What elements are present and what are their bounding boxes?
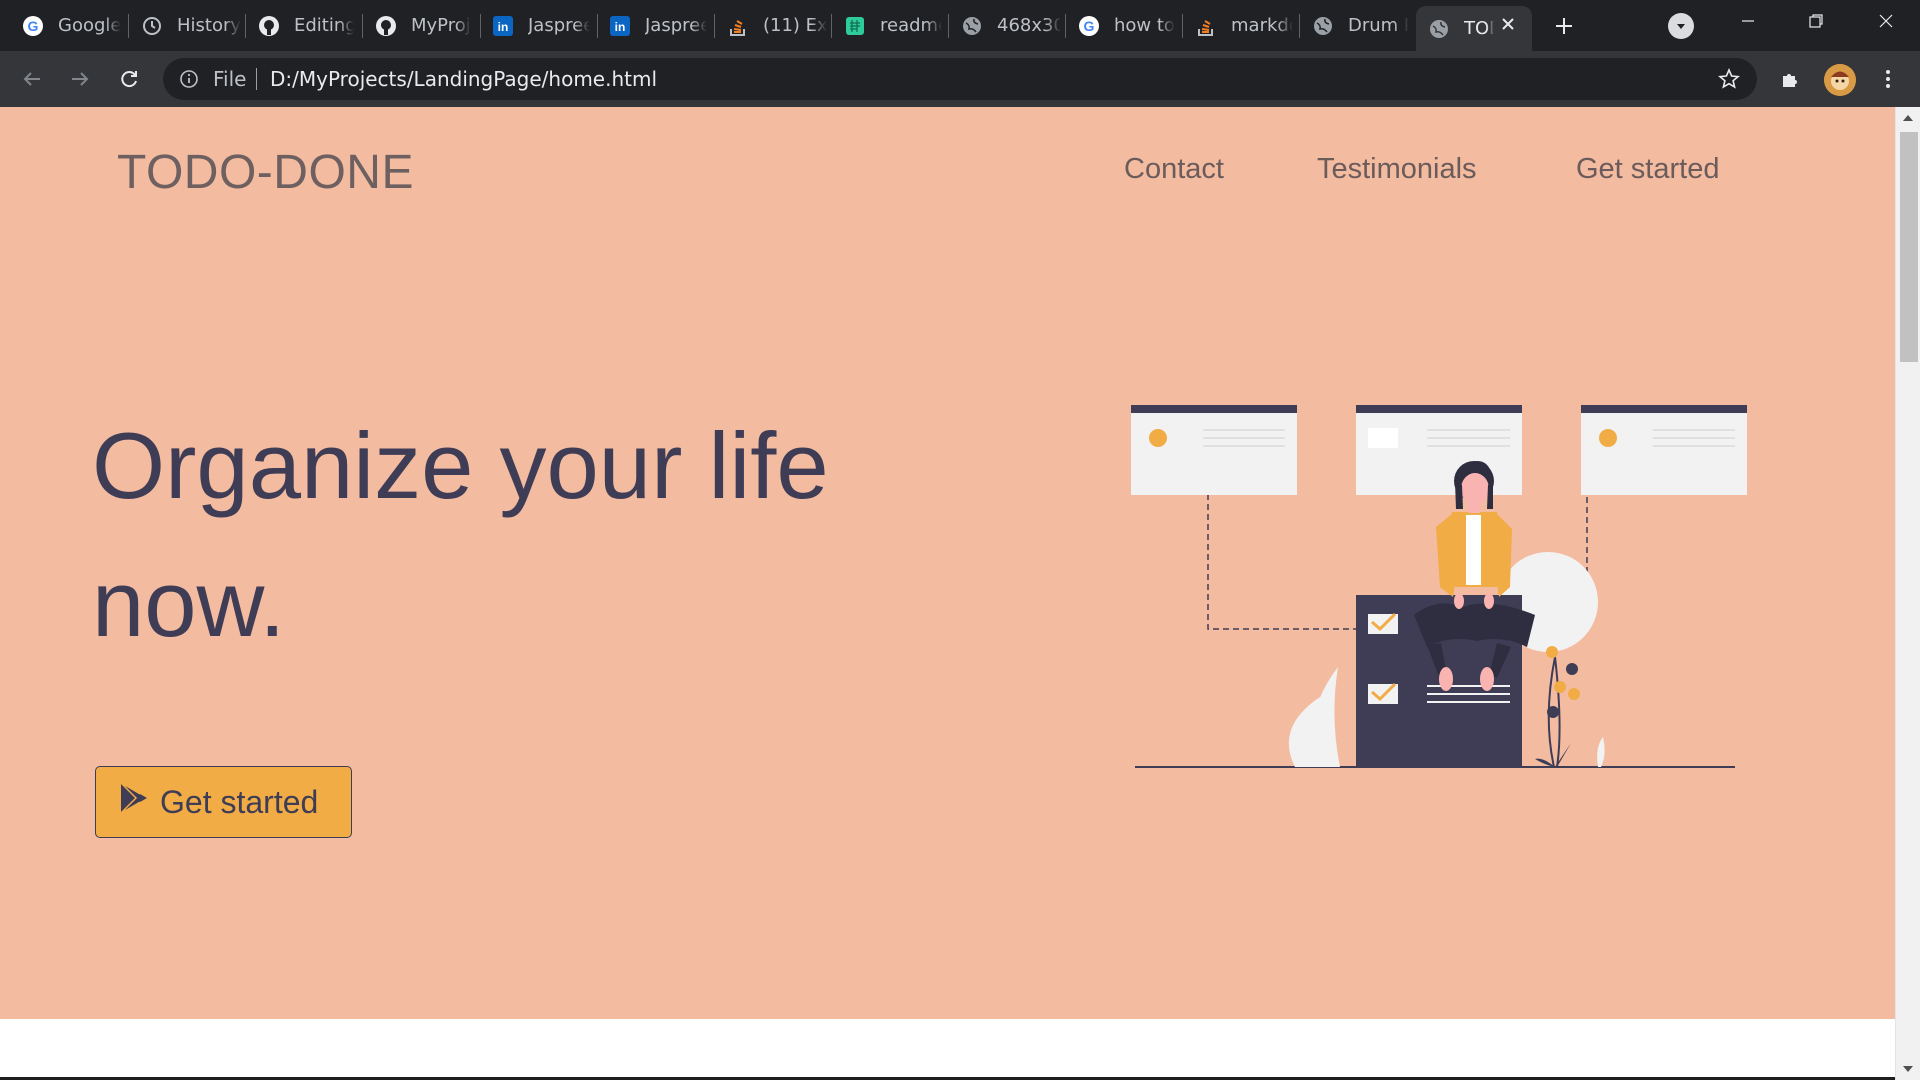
google-icon: G — [22, 15, 44, 37]
extensions-puzzle-icon[interactable] — [1774, 63, 1806, 95]
google-icon: G — [1078, 15, 1100, 37]
play-store-icon — [118, 781, 150, 823]
nav-link-contact[interactable]: Contact — [1124, 153, 1224, 186]
tab-divider — [831, 14, 832, 38]
bookmark-star-icon[interactable] — [1717, 67, 1741, 95]
get-started-button[interactable]: Get started — [95, 766, 352, 838]
hero-headline-line-2: now. — [92, 551, 286, 656]
minimize-icon[interactable] — [1714, 0, 1782, 42]
browser-tab-strip: G Google History Editing MyProj in Jaspr… — [0, 0, 1920, 51]
scrollbar-thumb[interactable] — [1900, 132, 1918, 362]
tab-google[interactable]: G Google — [22, 6, 122, 45]
linkedin-icon: in — [609, 15, 631, 37]
tab-divider — [1182, 14, 1183, 38]
tab-label: TOD — [1464, 18, 1494, 39]
tab-markdown[interactable]: markdo — [1195, 6, 1293, 45]
address-url-text[interactable]: D:/MyProjects/LandingPage/home.html — [270, 67, 657, 91]
globe-icon — [961, 15, 983, 37]
address-divider — [256, 68, 257, 90]
svg-text:G: G — [1084, 18, 1095, 34]
linkedin-icon: in — [492, 15, 514, 37]
card-middle — [1356, 405, 1522, 495]
plant-left — [1288, 667, 1340, 767]
hero-headline: Organize your life now. — [92, 397, 992, 673]
svg-text:in: in — [498, 20, 509, 34]
github-icon — [258, 15, 280, 37]
back-arrow-icon[interactable] — [16, 63, 48, 95]
tab-label: History — [177, 15, 241, 36]
plant-right — [1535, 646, 1605, 768]
tab-linkedin-2[interactable]: in Jaspree — [609, 6, 707, 45]
readme-icon — [844, 15, 866, 37]
card-left — [1131, 405, 1297, 495]
tab-label: how to — [1114, 15, 1175, 36]
tab-drum[interactable]: Drum I — [1312, 6, 1410, 45]
tab-stackexchange[interactable]: (11) Exp — [727, 6, 827, 45]
tab-divider — [128, 14, 129, 38]
github-icon — [375, 15, 397, 37]
tab-divider — [1065, 14, 1066, 38]
tab-divider — [948, 14, 949, 38]
nav-link-testimonials[interactable]: Testimonials — [1317, 153, 1477, 186]
tab-linkedin-1[interactable]: in Jaspree — [492, 6, 590, 45]
tab-divider — [480, 14, 481, 38]
tab-label: MyProj — [411, 15, 471, 36]
profile-avatar[interactable] — [1824, 64, 1856, 96]
tab-468x30[interactable]: 468x30 — [961, 6, 1061, 45]
tab-readme[interactable]: readme — [844, 6, 942, 45]
woman-checklist-illustration-svg — [1131, 405, 1747, 768]
tab-divider — [1299, 14, 1300, 38]
svg-text:in: in — [615, 20, 626, 34]
brand-logo-text[interactable]: TODO-DONE — [117, 145, 414, 200]
tab-how-to[interactable]: G how to — [1078, 6, 1176, 45]
tab-history[interactable]: History — [141, 6, 241, 45]
tab-label: Jaspree — [645, 15, 707, 36]
site-info-icon[interactable] — [178, 68, 200, 94]
tab-label: Google — [58, 15, 122, 36]
tab-divider — [362, 14, 363, 38]
globe-icon — [1428, 18, 1450, 40]
page-viewport: TODO-DONE Contact Testimonials Get start… — [0, 107, 1920, 1080]
history-icon — [141, 15, 163, 37]
card-right — [1581, 405, 1747, 495]
address-scheme-label: File — [213, 67, 247, 91]
restore-icon[interactable] — [1782, 0, 1850, 42]
globe-icon — [1312, 15, 1334, 37]
tab-label: Drum I — [1348, 15, 1410, 36]
forward-arrow-icon[interactable] — [64, 63, 96, 95]
page-scrollbar[interactable] — [1895, 107, 1920, 1080]
address-bar[interactable]: File D:/MyProjects/LandingPage/home.html — [163, 58, 1757, 100]
close-tab-icon[interactable] — [1496, 12, 1520, 36]
reload-icon[interactable] — [113, 63, 145, 95]
tab-divider — [245, 14, 246, 38]
tab-divider — [597, 14, 598, 38]
todo-illustration — [1125, 397, 1755, 793]
tab-myproj[interactable]: MyProj — [375, 6, 471, 45]
tab-label: Editing — [294, 15, 354, 36]
get-started-button-label: Get started — [160, 783, 319, 820]
svg-text:G: G — [28, 18, 39, 34]
stackoverflow-icon — [727, 15, 749, 37]
tab-label: (11) Exp — [763, 15, 827, 36]
new-tab-plus-icon[interactable] — [1548, 10, 1580, 42]
stackoverflow-icon — [1195, 15, 1217, 37]
tab-search-chevron-icon[interactable] — [1668, 13, 1694, 39]
tab-divider — [714, 14, 715, 38]
browser-toolbar: File D:/MyProjects/LandingPage/home.html — [0, 51, 1920, 107]
tab-label: markdo — [1231, 15, 1293, 36]
hero-headline-line-1: Organize your life — [92, 413, 829, 518]
tab-label: Jaspree — [528, 15, 590, 36]
scroll-up-arrow-icon[interactable] — [1903, 115, 1913, 121]
hero-section: TODO-DONE Contact Testimonials Get start… — [0, 107, 1895, 1019]
tab-label: readme — [880, 15, 942, 36]
nav-link-get-started[interactable]: Get started — [1576, 153, 1719, 186]
tab-editing[interactable]: Editing — [258, 6, 354, 45]
close-window-icon[interactable] — [1852, 0, 1920, 42]
scroll-down-arrow-icon[interactable] — [1903, 1066, 1913, 1072]
tab-label: 468x30 — [997, 15, 1061, 36]
more-menu-icon[interactable] — [1872, 63, 1904, 95]
